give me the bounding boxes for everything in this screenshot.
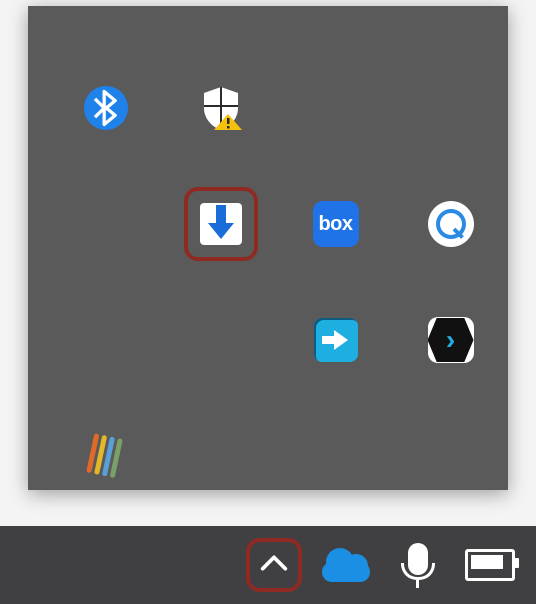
colored-quill-icon[interactable] (81, 431, 131, 481)
teamviewer-icon[interactable] (311, 315, 361, 365)
show-hidden-icons-highlight (246, 538, 302, 592)
battery-icon[interactable] (465, 549, 515, 581)
sourcetree-icon[interactable]: › (426, 315, 476, 365)
box-drive-icon[interactable]: box (311, 199, 361, 249)
show-hidden-icons-chevron[interactable] (257, 546, 291, 585)
onedrive-icon[interactable] (320, 548, 372, 582)
download-tray-highlight (184, 187, 258, 261)
credential-key-icon[interactable] (426, 199, 476, 249)
box-logo-text: box (318, 213, 352, 236)
tray-icon-grid: box › (28, 6, 508, 514)
download-tray-icon[interactable] (196, 199, 246, 249)
windows-security-icon[interactable] (198, 84, 244, 132)
system-tray-overflow-flyout: box › (28, 6, 508, 490)
microphone-icon[interactable] (404, 543, 432, 587)
bluetooth-icon[interactable] (81, 83, 131, 133)
windows-taskbar (0, 526, 536, 604)
